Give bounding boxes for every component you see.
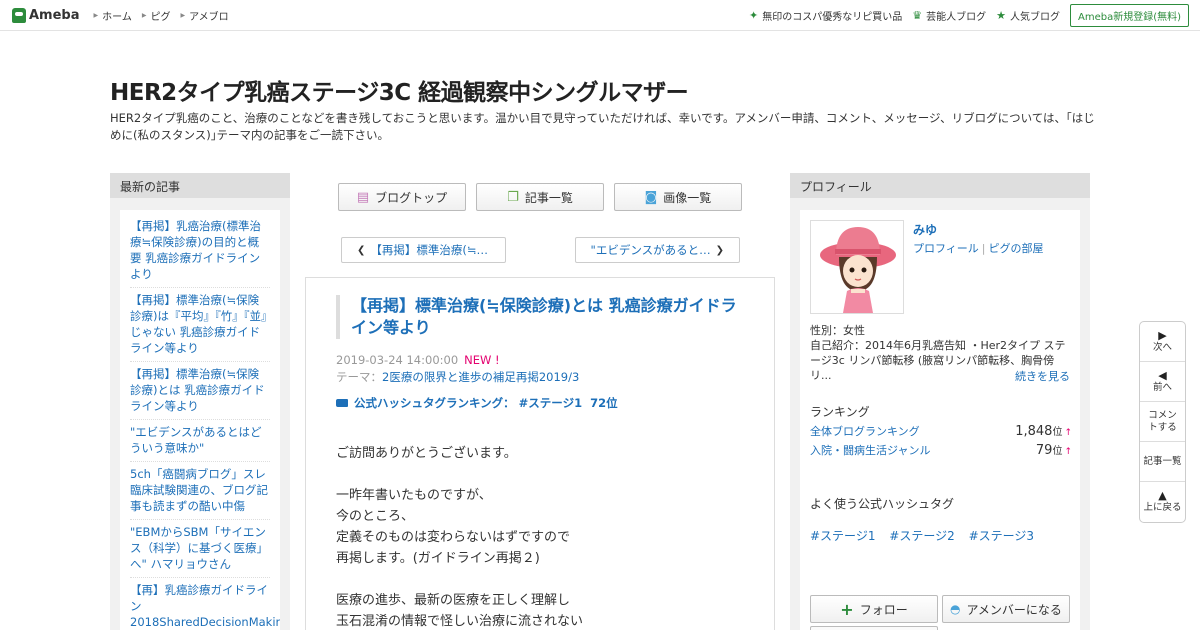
recent-article-link[interactable]: 【再掲】乳癌治療(標準治療≒保険診療)の目的と概要 乳癌診療ガイドラインより [130,214,270,288]
recent-articles-heading: 最新の記事 [110,173,290,198]
blog-title[interactable]: HER2タイプ乳癌ステージ3C 経過観察中シングルマザー [110,73,689,107]
recent-article-link[interactable]: 【再】乳癌診療ガイドライン2018SharedDecisionMakingのツー… [130,578,280,630]
document-icon: ▤ [356,189,370,205]
global-nav: ▶ ホーム ▶ ピグ ▶ アメブロ [94,8,239,23]
hashtag-ranking-link[interactable]: 公式ハッシュタグランキング： #ステージ1 72位 [336,395,618,411]
hashtag-rank: 72位 [590,396,618,410]
blog-menu-buttons: ▤ ブログトップ ❐ 記事一覧 ◙ 画像一覧 [338,183,752,211]
hashtag-ranking-label: 公式ハッシュタグランキング： [354,396,515,410]
play-right-icon: ▶ [1158,328,1167,342]
ranking-heading: ランキング [810,405,870,419]
global-header: Ameba ▶ ホーム ▶ ピグ ▶ アメブロ ✦ 無印のコスパ優秀なリピ買い品 ♛ 芸能… [0,0,1200,31]
article-body: ご訪問ありがとうございます。 一昨年書いたものですが、 今のところ、 定義そのも… [336,446,584,629]
profile-box: みゆ プロフィール | ピグの部屋 性別：女性 自己紹介：2014年6月乳癌告知 ・… [800,210,1080,630]
divider: | [981,242,986,255]
avatar-image [811,221,903,313]
caret-right-icon: ▶ [93,11,99,19]
play-left-icon: ◀ [1158,368,1167,382]
recent-article-link[interactable]: 5ch「癌闘病ブログ」スレ臨床試験関連の、ブログ記事も読まずの酷い中傷 [130,462,270,520]
profile-gender: 性別：女性 [810,324,865,337]
nav-pigg[interactable]: ▶ ピグ [142,8,171,23]
profile-extra-button[interactable] [810,626,938,630]
arrow-up-icon: ↑ [1064,428,1072,438]
chevron-left-icon: ❮ [357,244,366,256]
link-muji-article[interactable]: ✦ 無印のコスパ優秀なリピ買い品 [749,8,902,23]
favorite-hashtags-heading: よく使う公式ハッシュタグ [810,497,955,511]
theme-link[interactable]: 2医療の限界と進歩の補足再掲2019/3 [382,370,579,384]
back-to-top-button[interactable]: ▲ 上に戻る [1140,482,1185,522]
left-sidebar: 最新の記事 【再掲】乳癌治療(標準治療≒保険診療)の目的と概要 乳癌診療ガイドラ… [110,173,290,630]
image-list-button[interactable]: ◙ 画像一覧 [614,183,742,211]
nav-ameblo[interactable]: ▶ アメブロ [180,8,228,23]
recent-article-link[interactable]: 【再掲】標準治療(≒保険診療)とは 乳癌診療ガイドライン等より [130,362,270,420]
arrow-up-icon: ↑ [1064,447,1072,457]
ameba-logo-icon [12,7,26,23]
read-more-link[interactable]: 続きを見る [1015,368,1070,384]
theme-prefix: テーマ： [336,370,382,384]
ranking-row-overall: 全体ブログランキング 1,848位 ↑ [810,423,1072,439]
next-article-link[interactable]: "エビデンスがあると… ❯ [575,237,740,263]
genre-ranking-link[interactable]: 入院・闘病生活ジャンル [810,442,930,458]
tag-icon [336,399,348,407]
prev-button[interactable]: ◀ 前へ [1140,362,1185,402]
ranking-value: 79位 ↑ [1035,443,1072,458]
triangle-up-icon: ▲ [1158,489,1167,502]
next-button[interactable]: ▶ 次へ [1140,322,1185,362]
profile-link[interactable]: プロフィール [913,242,979,255]
comment-button[interactable]: コメントする [1140,402,1185,442]
recent-article-link[interactable]: 【再掲】標準治療(≒保険診療)は『平均』『竹』『並』じゃない 乳癌診療ガイドライ… [130,288,270,362]
hashtag-link[interactable]: #ステージ1 [810,529,875,543]
recent-article-link[interactable]: "EBMからSBM「サイエンス（科学）に基づく医療」へ" ハマリョウさん [130,520,270,578]
ranking-value: 1,848位 ↑ [1015,424,1072,439]
hashtag-link[interactable]: #ステージ3 [969,529,1034,543]
article: 【再掲】標準治療(≒保険診療)とは 乳癌診療ガイドライン等より 2019-03-… [305,277,775,630]
logo-text: Ameba [29,7,80,23]
header-right-links: ✦ 無印のコスパ優秀なリピ買い品 ♛ 芸能人ブログ ★ 人気ブログ Ameba新規登録… [749,0,1200,31]
chevron-right-icon: ❯ [715,244,724,256]
profile-heading: プロフィール [790,173,1090,198]
blog-top-button[interactable]: ▤ ブログトップ [338,183,466,211]
star-icon: ★ [996,9,1006,22]
article-list-button[interactable]: ❐ 記事一覧 [476,183,604,211]
copy-icon: ❐ [507,189,519,205]
hashtag-link[interactable]: #ステージ2 [889,529,954,543]
article-meta-date: 2019-03-24 14:00:00 NEW ! [336,353,500,367]
camera-icon: ◙ [644,189,658,205]
caret-right-icon: ▶ [141,11,147,19]
follow-button[interactable]: + フォロー [810,595,938,623]
link-popular-blog[interactable]: ★ 人気ブログ [996,8,1060,23]
caret-right-icon: ▶ [180,11,186,19]
profile-links: プロフィール | ピグの部屋 [913,240,1044,256]
amember-button[interactable]: ◓ アメンバーになる [942,595,1070,623]
crown-icon: ♛ [912,9,923,22]
article-date: 2019-03-24 14:00:00 [336,353,459,367]
chat-icon: ◓ [950,602,961,616]
recent-article-link[interactable]: "エビデンスがあるとはどういう意味か" [130,420,270,462]
profile-name[interactable]: みゆ [913,221,937,238]
nav-home[interactable]: ▶ ホーム [94,8,132,23]
pigg-room-link[interactable]: ピグの部屋 [989,242,1044,255]
overall-ranking-link[interactable]: 全体ブログランキング [810,423,920,439]
blog-description: HER2タイプ乳癌のこと、治療のことなどを書き残しておこうと思います。温かい目で… [110,111,1095,142]
new-badge: NEW ! [464,353,500,367]
avatar[interactable] [810,220,904,314]
article-title[interactable]: 【再掲】標準治療(≒保険診療)とは 乳癌診療ガイドライン等より [336,295,746,339]
article-theme: テーマ：2医療の限界と進歩の補足再掲2019/3 [336,369,579,385]
prev-article-link[interactable]: ❮ 【再掲】標準治療(≒… [341,237,506,263]
floating-nav: ▶ 次へ ◀ 前へ コメントする 記事一覧 ▲ 上に戻る [1139,321,1186,523]
sparkle-icon: ✦ [749,9,759,22]
right-sidebar: プロフィール みゆ プロフィール | ピグの部屋 性別：女性 自己紹介：2014… [790,173,1090,630]
hashtag-name: #ステージ1 [518,396,583,410]
article-list-side-button[interactable]: 記事一覧 [1140,442,1185,482]
link-celebrity-blog[interactable]: ♛ 芸能人ブログ [912,8,986,23]
ameba-logo[interactable]: Ameba [12,7,80,23]
favorite-hashtags: #ステージ1 #ステージ2 #ステージ3 [810,527,1044,544]
ranking-row-genre: 入院・闘病生活ジャンル 79位 ↑ [810,442,1072,458]
signup-button[interactable]: Ameba新規登録(無料) [1069,4,1189,27]
recent-articles-list: 【再掲】乳癌治療(標準治療≒保険診療)の目的と概要 乳癌診療ガイドラインより 【… [120,210,280,630]
plus-icon: + [840,599,854,619]
